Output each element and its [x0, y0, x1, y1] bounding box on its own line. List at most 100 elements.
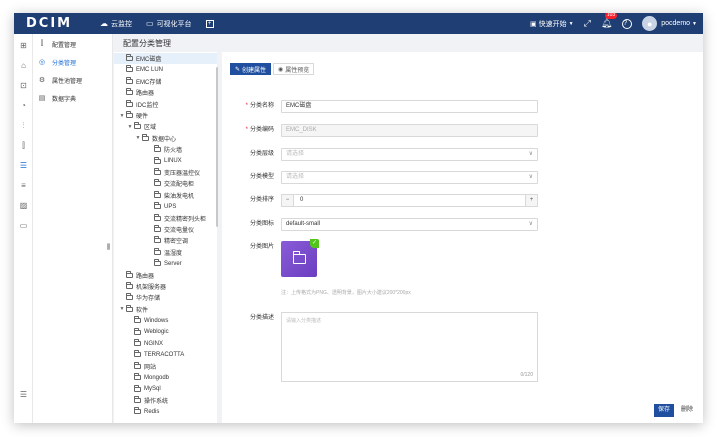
list-icon[interactable]: ≡	[18, 180, 29, 191]
help-icon[interactable]: ?	[622, 18, 633, 29]
quick-start-button[interactable]: ▣ 快速开始 ▼	[530, 19, 574, 29]
tree-node-label: IDC监控	[136, 102, 159, 109]
tree-node[interactable]: EMC存储	[114, 76, 217, 87]
image-icon[interactable]: ▨	[18, 200, 29, 211]
fullscreen-icon[interactable]: ⤢	[584, 18, 591, 29]
notification-button[interactable]: 🔔︎ 103	[601, 13, 618, 29]
tab-label: 属性预览	[285, 67, 310, 74]
tree-node-label: UPS	[164, 203, 177, 210]
tree-node[interactable]: TERRACOTTA	[114, 349, 217, 360]
caret-down-icon[interactable]: ▼	[119, 306, 125, 312]
screen-icon[interactable]: ▭	[18, 220, 29, 231]
tree-node[interactable]: 路由器	[114, 87, 217, 98]
collapse-rail-icon[interactable]: ☰	[18, 389, 29, 400]
delete-button[interactable]: 删除	[677, 404, 697, 417]
tree-node[interactable]: Weblogic	[114, 327, 217, 338]
category-name-input[interactable]: EMC磁盘	[281, 100, 538, 113]
tree-node-label: 柴油发电机	[164, 193, 195, 200]
tree-node[interactable]: 操作系统	[114, 395, 217, 406]
alarm-icon[interactable]: ◔	[18, 100, 29, 111]
field-label: 分类图片	[249, 244, 274, 250]
category-image-upload[interactable]: ✓	[281, 239, 319, 277]
tree-node-label: 机架服务器	[136, 285, 167, 291]
nav-visual-platform[interactable]: ▭ 可视化平台	[146, 19, 192, 29]
tree-node[interactable]: 交流精密列头柜	[114, 213, 217, 224]
tree-node[interactable]: ▼ 软件	[114, 304, 217, 315]
grid-icon[interactable]: ⊞	[18, 40, 29, 51]
tree-node[interactable]: EMC LUN	[114, 64, 217, 75]
add-tab-icon[interactable]: +	[205, 19, 214, 28]
category-model-select[interactable]: 请选择 ∨	[281, 171, 538, 184]
order-value[interactable]: 0	[300, 195, 303, 206]
folder-icon	[134, 373, 141, 381]
tree-node[interactable]: 网站	[114, 361, 217, 372]
folder-icon	[154, 145, 161, 153]
user-menu[interactable]: ● pocdemo ▼	[642, 16, 697, 31]
page-title: 配置分类管理	[123, 39, 171, 48]
tree-node-label: NGINX	[144, 340, 164, 347]
tree-node[interactable]: Windows	[114, 315, 217, 326]
tree-node[interactable]: IDC监控	[114, 99, 217, 110]
category-tree: EMC磁盘 EMC LUN EMC存储 路由器 IDC监控 ▼ 硬件 ▼ 区域 ▼ 数据中心 防火墙 L…	[114, 52, 217, 423]
tree-node[interactable]: Mongodb	[114, 372, 217, 383]
tree-node[interactable]: 精密空调	[114, 235, 217, 246]
chart-icon[interactable]: ⫶	[18, 120, 29, 131]
category-group-select[interactable]: 请选择 ∨	[281, 148, 538, 161]
tree-node-label: 软件	[136, 307, 149, 314]
tree-node[interactable]: 交流电量仪	[114, 224, 217, 235]
upload-hint: 注：上传格式为PNG、透明背景，图片大小建议200*200px	[281, 290, 411, 296]
config-icon[interactable]: ☰	[18, 160, 29, 171]
caret-down-icon: ▼	[568, 20, 574, 27]
caret-down-icon[interactable]: ▼	[135, 135, 141, 141]
tree-node[interactable]: 变压器温控仪	[114, 167, 217, 178]
tree-node[interactable]: ▼ 硬件	[114, 110, 217, 121]
tree-node[interactable]: EMC磁盘	[114, 53, 217, 64]
tree-node-label: 华为存储	[136, 296, 161, 303]
tree-node-label: EMC磁盘	[136, 57, 162, 63]
tree-node[interactable]: Redis	[114, 406, 217, 417]
increment-button[interactable]: +	[525, 195, 537, 206]
tree-node[interactable]: 机架服务器	[114, 281, 217, 292]
tree-node[interactable]: 路由器	[114, 270, 217, 281]
tree-node-label: Windows	[144, 317, 169, 324]
tree-node[interactable]: 温湿度	[114, 247, 217, 258]
field-label: 分类排序	[249, 197, 274, 203]
caret-down-icon[interactable]: ▼	[119, 113, 125, 119]
top-bar: DCIM ☁ 云监控 ▭ 可视化平台 + ▣ 快速开始 ▼ ⤢ 🔔︎ 103 ?…	[14, 13, 703, 34]
tree-node[interactable]: NGINX	[114, 338, 217, 349]
home-icon[interactable]: ⌂	[18, 60, 29, 71]
caret-down-icon[interactable]: ▼	[127, 124, 133, 130]
folder-icon	[154, 236, 161, 244]
tab-attribute-preview[interactable]: ◉ 属性预览	[273, 63, 315, 75]
tree-node[interactable]: UPS	[114, 201, 217, 212]
tree-node[interactable]: LINUX	[114, 156, 217, 167]
sliders-icon[interactable]: ⫿	[18, 140, 29, 151]
decrement-button[interactable]: −	[282, 195, 294, 206]
tree-node[interactable]: 防火墙	[114, 144, 217, 155]
tree-node[interactable]: 柴油发电机	[114, 190, 217, 201]
tree-node[interactable]: Server	[114, 258, 217, 269]
category-icon-select[interactable]: default-small ∨	[281, 218, 538, 231]
tree-node[interactable]: ▼ 数据中心	[114, 133, 217, 144]
menu-item-data-dictionary[interactable]: ▤ 数据字典	[33, 91, 113, 105]
row-category-name: * 分类名称 EMC磁盘	[222, 100, 703, 113]
folder-icon	[126, 270, 133, 278]
tree-node[interactable]: MySql	[114, 384, 217, 395]
category-description-textarea[interactable]: 请输入分类描述 0/120	[281, 312, 538, 382]
module-menu: ⫿ 配置管理 ◎ 分类管理 ⚙ 属性池管理 ▤ 数据字典	[33, 34, 113, 423]
save-button[interactable]: 保存	[654, 404, 674, 417]
tree-node[interactable]: 交流配电柜	[114, 178, 217, 189]
menu-item-category-management[interactable]: ◎ 分类管理	[33, 55, 113, 69]
menu-item-attribute-pool[interactable]: ⚙ 属性池管理	[33, 73, 113, 87]
folder-icon	[154, 168, 161, 175]
tree-node[interactable]: 华为存储	[114, 292, 217, 303]
splitter-handle-icon[interactable]: ⫼	[107, 244, 110, 252]
menu-item-config-management[interactable]: ⫿ 配置管理	[33, 37, 113, 51]
chevron-down-icon: ∨	[528, 221, 533, 227]
folder-icon	[126, 282, 133, 289]
tree-node[interactable]: ▼ 区域	[114, 121, 217, 132]
logo: DCIM	[26, 16, 73, 31]
tab-create-attribute[interactable]: ✎ 创建属性	[230, 63, 272, 75]
nav-cloud-monitor[interactable]: ☁ 云监控	[100, 19, 132, 29]
lock-icon[interactable]: ⊡	[18, 80, 29, 91]
